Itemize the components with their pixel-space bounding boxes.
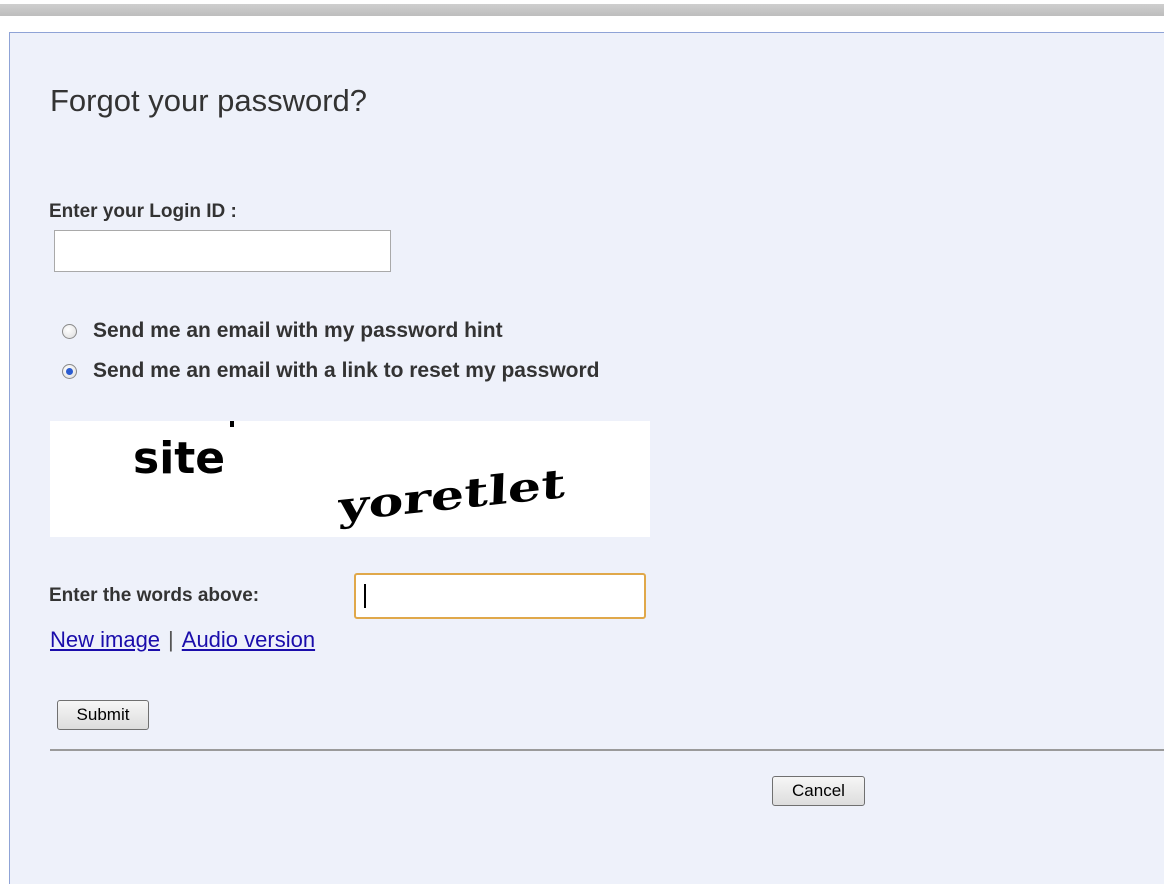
- option-password-hint[interactable]: Send me an email with my password hint: [62, 319, 503, 343]
- login-id-label: Enter your Login ID :: [49, 201, 237, 222]
- page-title: Forgot your password?: [50, 83, 368, 118]
- captcha-word-2: yoretlet: [336, 460, 566, 531]
- radio-reset-link[interactable]: [62, 363, 77, 379]
- divider: [50, 749, 1164, 751]
- top-strip: [0, 0, 1164, 18]
- captcha-image: site yoretlet: [50, 421, 650, 537]
- link-separator: |: [168, 627, 174, 652]
- audio-version-link[interactable]: Audio version: [182, 627, 315, 652]
- captcha-word-1: site: [133, 433, 225, 484]
- login-id-input[interactable]: [54, 230, 391, 272]
- captcha-words-label: Enter the words above:: [49, 585, 260, 606]
- forgot-password-panel: Forgot your password? Enter your Login I…: [9, 32, 1164, 884]
- captcha-words-input[interactable]: [354, 573, 646, 619]
- option-reset-link-label: Send me an email with a link to reset my…: [93, 359, 600, 382]
- captcha-links: New image | Audio version: [50, 627, 315, 653]
- new-image-link[interactable]: New image: [50, 627, 160, 652]
- text-caret: [364, 584, 366, 608]
- option-reset-link[interactable]: Send me an email with a link to reset my…: [62, 359, 600, 383]
- window-top-bar: [0, 4, 1164, 16]
- option-password-hint-label: Send me an email with my password hint: [93, 319, 503, 342]
- cancel-button[interactable]: Cancel: [772, 776, 865, 806]
- captcha-noise-mark: [230, 421, 234, 427]
- submit-button[interactable]: Submit: [57, 700, 149, 730]
- radio-password-hint[interactable]: [62, 323, 77, 339]
